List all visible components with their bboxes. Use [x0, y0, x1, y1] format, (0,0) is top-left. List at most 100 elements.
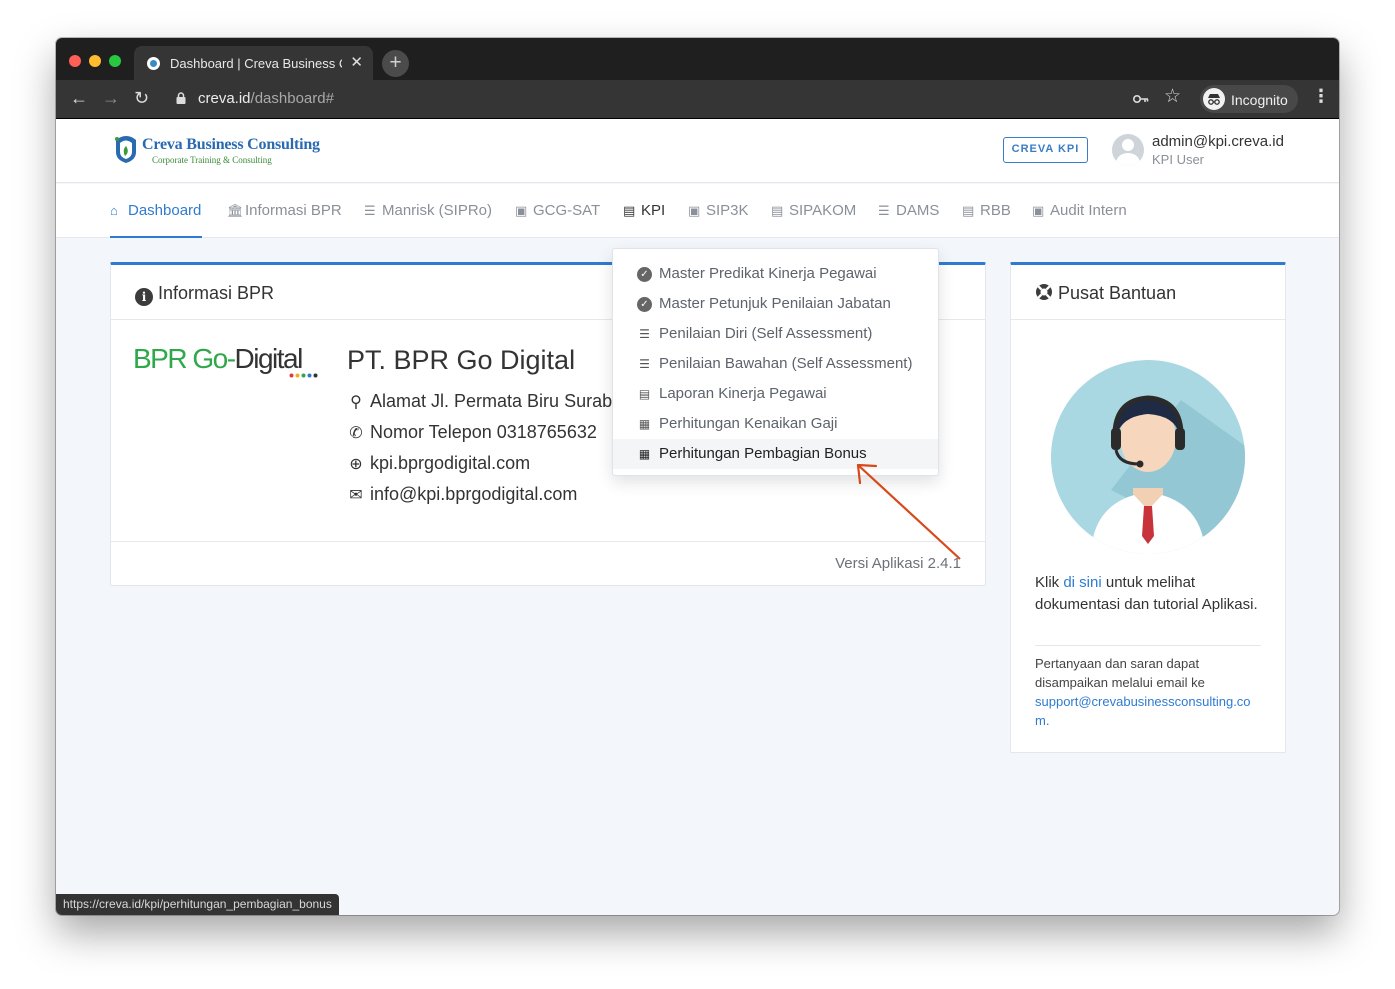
- nav-sipakom[interactable]: ▤ SIPAKOM: [771, 202, 856, 219]
- key-icon[interactable]: [1133, 94, 1149, 104]
- support-agent-illustration: [1051, 360, 1245, 554]
- kpi-dropdown-menu: ✓ Master Predikat Kinerja Pegawai ✓ Master…: [612, 248, 939, 476]
- help-text-before: Klik: [1035, 574, 1064, 591]
- menu-item-master-predikat[interactable]: ✓ Master Predikat Kinerja Pegawai: [613, 259, 938, 289]
- main-nav: ⌂ Dashboard 🏛Informasi BPR ☰ Manrisk (SIPR…: [56, 184, 1339, 238]
- phone-icon: ✆: [349, 425, 363, 442]
- nav-label: SIP3K: [706, 202, 749, 219]
- nav-label: KPI: [641, 202, 666, 219]
- menu-item-label: Perhitungan Kenaikan Gaji: [659, 415, 838, 432]
- nav-label: GCG-SAT: [533, 202, 601, 219]
- book-icon: ▤: [638, 387, 651, 401]
- favicon-icon: [147, 57, 160, 70]
- nav-informasi-bpr[interactable]: 🏛Informasi BPR: [227, 202, 342, 219]
- map-marker-icon: ⚲: [350, 394, 362, 411]
- phone-line: ✆ Nomor Telepon 0318765632: [347, 422, 615, 443]
- lock-icon: [176, 92, 186, 104]
- more-menu-icon[interactable]: ⋮: [1312, 87, 1330, 105]
- user-email[interactable]: admin@kpi.creva.id: [1152, 133, 1284, 150]
- menu-item-label: Perhitungan Pembagian Bonus: [659, 445, 867, 462]
- nav-kpi[interactable]: ▤ KPI: [623, 202, 665, 219]
- id-card-icon: ▣: [688, 203, 701, 218]
- check-circle-icon: ✓: [637, 267, 652, 282]
- nav-label: DAMS: [896, 202, 940, 219]
- creva-logo[interactable]: Creva Business Consulting Corporate Trai…: [112, 134, 320, 168]
- bpr-logo-green: BPR Go-: [133, 343, 236, 374]
- forward-icon[interactable]: →: [102, 89, 120, 107]
- book-icon: ▤: [771, 203, 784, 218]
- menu-item-kenaikan-gaji[interactable]: ▦ Perhitungan Kenaikan Gaji: [613, 409, 938, 439]
- email-text[interactable]: info@kpi.bprgodigital.com: [370, 484, 577, 504]
- card-title-text: Pusat Bantuan: [1058, 283, 1177, 303]
- logo-subtitle: Corporate Training & Consulting: [152, 155, 272, 165]
- avatar[interactable]: [1112, 134, 1144, 166]
- help-text: Klik di sini untuk melihat dokumentasi d…: [1035, 572, 1265, 616]
- email-line: ✉ info@kpi.bprgodigital.com: [347, 484, 577, 505]
- nav-dashboard[interactable]: ⌂ Dashboard: [110, 202, 201, 219]
- nav-gcg-sat[interactable]: ▣ GCG-SAT: [515, 202, 600, 219]
- nav-label: Informasi BPR: [245, 202, 342, 219]
- check-circle-icon: ✓: [637, 297, 652, 312]
- nav-label: Manrisk (SIPRo): [382, 202, 493, 219]
- institution-icon: 🏛: [227, 203, 244, 218]
- active-tab-indicator: [110, 236, 202, 238]
- clipboard-check-icon: ▣: [1032, 203, 1045, 218]
- support-email-link[interactable]: support@crevabusinessconsulting.com.: [1035, 692, 1261, 730]
- url-path: /dashboard#: [250, 90, 334, 107]
- nav-label: Dashboard: [128, 202, 202, 219]
- calculator-icon: ▦: [638, 447, 651, 461]
- new-tab-button[interactable]: +: [382, 50, 409, 77]
- close-tab-icon[interactable]: ✕: [350, 53, 363, 71]
- nav-sip3k[interactable]: ▣ SIP3K: [688, 202, 749, 219]
- card-title: i Informasi BPR: [135, 283, 274, 306]
- close-window-button[interactable]: [69, 55, 81, 67]
- browser-tab[interactable]: Dashboard | Creva Business Consulting ✕: [134, 46, 373, 80]
- logo-title: Creva Business Consulting: [142, 136, 320, 153]
- creva-kpi-button[interactable]: CREVA KPI: [1003, 137, 1088, 163]
- list-check-icon: ☰: [639, 327, 650, 341]
- menu-item-label: Penilaian Diri (Self Assessment): [659, 325, 873, 342]
- incognito-label: Incognito: [1231, 92, 1288, 108]
- creva-logo-icon: [115, 136, 136, 163]
- envelope-icon: ✉: [349, 487, 363, 504]
- app-header: Creva Business Consulting Corporate Trai…: [56, 119, 1339, 183]
- nav-manrisk[interactable]: ☰ Manrisk (SIPRo): [364, 202, 492, 219]
- menu-item-label: Master Predikat Kinerja Pegawai: [659, 265, 877, 282]
- url-host: creva.id: [198, 90, 251, 107]
- nav-label: SIPAKOM: [789, 202, 857, 219]
- docs-link[interactable]: di sini: [1063, 574, 1101, 591]
- menu-item-label: Master Petunjuk Penilaian Jabatan: [659, 295, 891, 312]
- menu-item-master-petunjuk[interactable]: ✓ Master Petunjuk Penilaian Jabatan: [613, 289, 938, 319]
- reload-icon[interactable]: ↻: [134, 89, 149, 107]
- card-title-text: Informasi BPR: [158, 283, 275, 303]
- list-check-icon: ☰: [878, 203, 890, 218]
- menu-item-label: Laporan Kinerja Pegawai: [659, 385, 827, 402]
- bookmark-star-icon[interactable]: ☆: [1164, 87, 1181, 106]
- address-bar[interactable]: creva.id/dashboard#: [198, 90, 334, 107]
- nav-audit-intern[interactable]: ▣ Audit Intern: [1032, 202, 1127, 219]
- home-icon: ⌂: [110, 203, 118, 218]
- bpr-logo-dots: [289, 373, 318, 378]
- card-title: Pusat Bantuan: [1035, 283, 1176, 304]
- website-text[interactable]: kpi.bprgodigital.com: [370, 453, 530, 473]
- menu-item-laporan-kinerja[interactable]: ▤ Laporan Kinerja Pegawai: [613, 379, 938, 409]
- status-bar-url: https://creva.id/kpi/perhitungan_pembagi…: [56, 894, 339, 915]
- nav-dams[interactable]: ☰ DAMS: [878, 202, 939, 219]
- menu-item-penilaian-bawahan[interactable]: ☰ Penilaian Bawahan (Self Assessment): [613, 349, 938, 379]
- globe-icon: ⊕: [349, 456, 363, 473]
- tab-strip: Dashboard | Creva Business Consulting ✕ …: [56, 38, 1339, 80]
- book-icon: ▤: [962, 203, 975, 218]
- menu-item-penilaian-diri[interactable]: ☰ Penilaian Diri (Self Assessment): [613, 319, 938, 349]
- info-icon: i: [135, 288, 153, 306]
- incognito-badge[interactable]: Incognito: [1200, 85, 1298, 113]
- company-name: PT. BPR Go Digital: [347, 345, 576, 375]
- minimize-window-button[interactable]: [89, 55, 101, 67]
- life-ring-icon: [1036, 284, 1052, 300]
- browser-toolbar: ← → ↻ creva.id/dashboard# ☆ Incognito ⋮: [56, 80, 1339, 118]
- nav-rbb[interactable]: ▤ RBB: [962, 202, 1011, 219]
- menu-item-label: Penilaian Bawahan (Self Assessment): [659, 355, 913, 372]
- nav-label: RBB: [980, 202, 1011, 219]
- maximize-window-button[interactable]: [109, 55, 121, 67]
- bpr-logo: BPR Go-Digital: [133, 343, 303, 375]
- back-icon[interactable]: ←: [70, 89, 88, 107]
